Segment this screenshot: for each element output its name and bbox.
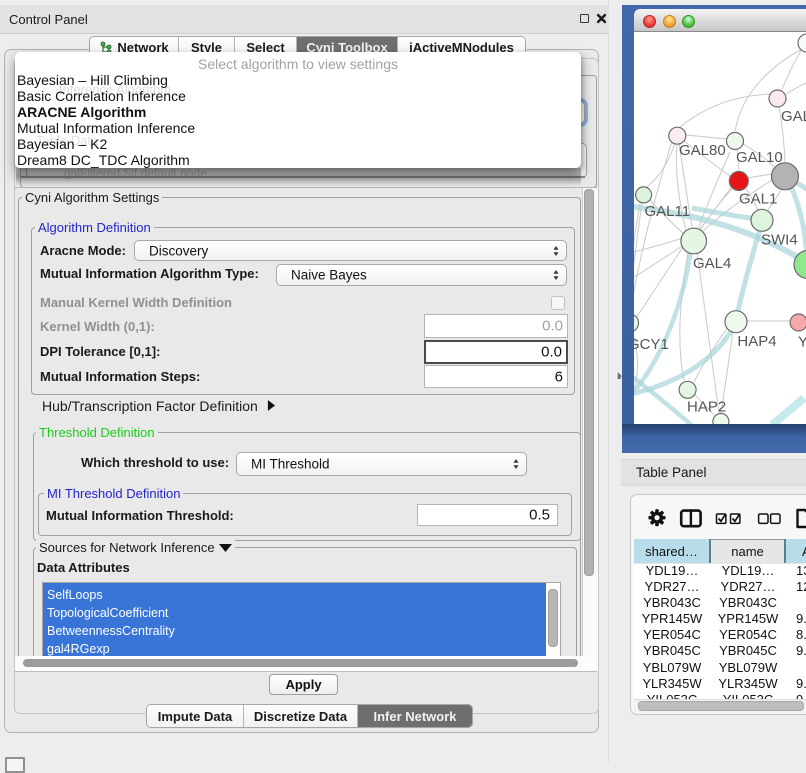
- svg-text:Y: Y: [798, 334, 806, 351]
- svg-text:GAL11: GAL11: [645, 203, 691, 220]
- svg-text:SWI4: SWI4: [761, 232, 798, 249]
- svg-text:HAP4: HAP4: [737, 333, 776, 350]
- svg-text:GAL10: GAL10: [736, 149, 783, 166]
- svg-text:GAL80: GAL80: [679, 142, 726, 159]
- svg-text:HAP2: HAP2: [687, 399, 726, 416]
- svg-text:GAL1: GAL1: [739, 191, 777, 208]
- svg-text:GCY1: GCY1: [634, 336, 669, 353]
- svg-text:GAL2: GAL2: [781, 108, 806, 125]
- svg-text:GAL4: GAL4: [693, 255, 731, 272]
